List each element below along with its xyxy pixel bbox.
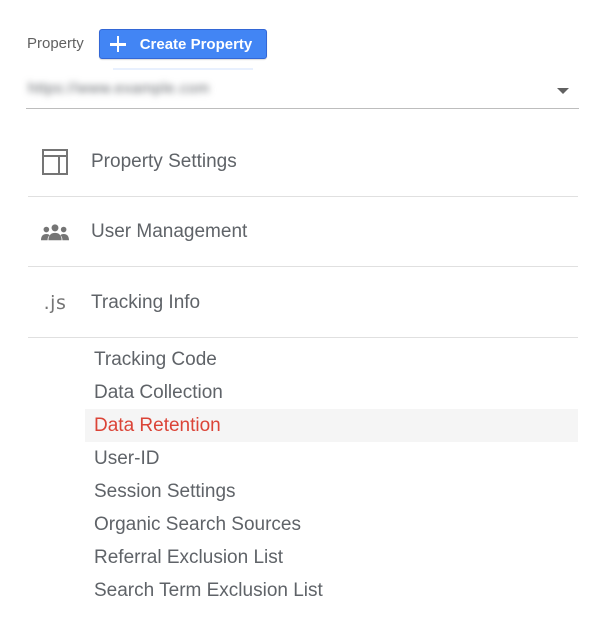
people-icon [41, 218, 69, 246]
property-selector-value: https://www.example.com [28, 80, 210, 97]
nav-item-label: User Management [91, 220, 248, 242]
submenu-item-search-term-exclusion-list[interactable]: Search Term Exclusion List [85, 574, 578, 607]
nav-item-property-settings[interactable]: Property Settings [28, 127, 578, 197]
js-icon-text: .js [43, 291, 67, 314]
layout-icon [41, 148, 69, 176]
property-header: Property Create Property [27, 29, 268, 59]
submenu-item-referral-exclusion-list[interactable]: Referral Exclusion List [85, 541, 578, 574]
property-selector[interactable]: https://www.example.com [26, 74, 579, 109]
create-property-button[interactable]: Create Property [98, 29, 268, 59]
create-property-button-label: Create Property [139, 35, 253, 53]
tracking-info-submenu: Tracking Code Data Collection Data Reten… [85, 343, 578, 607]
submenu-item-organic-search-sources[interactable]: Organic Search Sources [85, 508, 578, 541]
nav-item-label: Property Settings [91, 150, 237, 172]
js-icon: .js [41, 289, 69, 317]
focus-underline [113, 68, 253, 70]
nav-item-label: Tracking Info [91, 291, 201, 313]
nav-item-user-management[interactable]: User Management [28, 197, 578, 267]
submenu-item-tracking-code[interactable]: Tracking Code [85, 343, 578, 376]
submenu-item-data-retention[interactable]: Data Retention [85, 409, 578, 442]
submenu-item-session-settings[interactable]: Session Settings [85, 475, 578, 508]
dropdown-arrow-icon [557, 88, 569, 94]
property-label: Property [27, 35, 84, 52]
nav-item-tracking-info[interactable]: .js Tracking Info [28, 268, 578, 338]
submenu-item-data-collection[interactable]: Data Collection [85, 376, 578, 409]
plus-icon [109, 36, 126, 52]
submenu-item-user-id[interactable]: User-ID [85, 442, 578, 475]
